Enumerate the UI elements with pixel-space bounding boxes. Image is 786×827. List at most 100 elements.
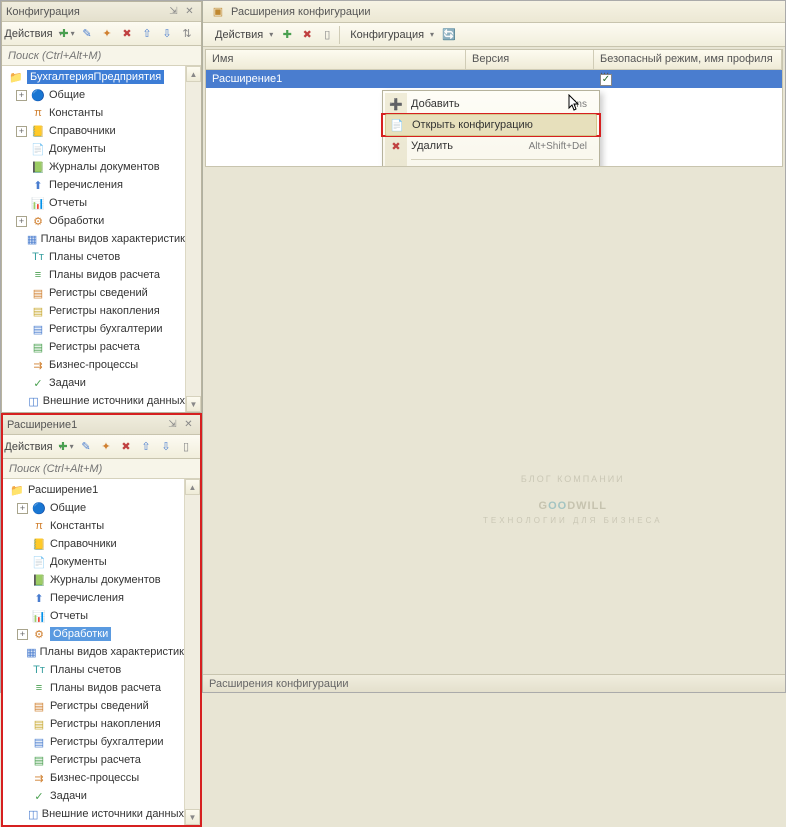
- tree-label: Журналы документов: [49, 161, 160, 173]
- scroll-up-icon[interactable]: ▲: [185, 479, 200, 495]
- open-button[interactable]: ▯: [317, 25, 337, 45]
- panel2-tree[interactable]: 📁Расширение1+🔵ОбщиеπКонстанты📒Справочник…: [3, 479, 184, 825]
- col-version[interactable]: Версия: [466, 50, 594, 69]
- tree-item[interactable]: ✓Задачи: [2, 374, 185, 392]
- edit-button[interactable]: ✎: [77, 24, 97, 44]
- tree-item[interactable]: +📒Справочники: [2, 122, 185, 140]
- scroll-down-icon[interactable]: ▼: [185, 809, 200, 825]
- col-safe[interactable]: Безопасный режим, имя профиля ...: [594, 50, 782, 69]
- tree-root[interactable]: 📁Расширение1: [3, 481, 184, 499]
- tree-item[interactable]: ▤Регистры расчета: [2, 338, 185, 356]
- scrollbar[interactable]: ▲ ▼: [185, 66, 201, 412]
- menu-item[interactable]: ✖УдалитьAlt+Shift+Del: [385, 135, 597, 157]
- menu-item[interactable]: ➕ДобавитьIns: [385, 93, 597, 115]
- panel1-title: Конфигурация: [6, 6, 165, 18]
- tree-item[interactable]: 📒Справочники: [3, 535, 184, 553]
- tree-label: Планы счетов: [49, 251, 120, 263]
- tree-item[interactable]: 📊Отчеты: [2, 194, 185, 212]
- tree-item[interactable]: ◫Внешние источники данных: [2, 392, 185, 410]
- down-button[interactable]: ⇩: [157, 24, 177, 44]
- panel1-search[interactable]: [2, 46, 201, 66]
- menu-item[interactable]: Конфигурация: [385, 162, 597, 167]
- tree-item[interactable]: ▤Регистры бухгалтерии: [3, 733, 184, 751]
- tree-label: Перечисления: [49, 179, 123, 191]
- tree-item[interactable]: +⚙Обработки: [3, 625, 184, 643]
- panel2-search[interactable]: [3, 459, 200, 479]
- tree-item[interactable]: ⇉Бизнес-процессы: [3, 769, 184, 787]
- tree-item[interactable]: ⬆Перечисления: [2, 176, 185, 194]
- tree-label: Регистры бухгалтерии: [49, 323, 163, 335]
- extra-button[interactable]: ▯: [176, 437, 196, 457]
- tree-item[interactable]: 📗Журналы документов: [2, 158, 185, 176]
- item-icon: 📗: [31, 573, 47, 587]
- delete-button[interactable]: ✖: [117, 24, 137, 44]
- table-row[interactable]: Расширение1 ✓: [206, 70, 782, 88]
- up-button[interactable]: ⇧: [137, 24, 157, 44]
- expand-icon[interactable]: +: [16, 90, 27, 101]
- bottom-tab[interactable]: Расширения конфигурации: [203, 674, 785, 692]
- wand-button[interactable]: ✦: [96, 437, 116, 457]
- tree-item[interactable]: πКонстанты: [2, 104, 185, 122]
- actions-dropdown[interactable]: Действия: [207, 25, 277, 45]
- tree-item[interactable]: ▤Регистры накопления: [2, 302, 185, 320]
- tree-item[interactable]: ▤Регистры бухгалтерии: [2, 320, 185, 338]
- panel1-tree[interactable]: 📁БухгалтерияПредприятия+🔵ОбщиеπКонстанты…: [2, 66, 185, 412]
- actions-dropdown[interactable]: Действия: [6, 24, 57, 44]
- menu-icon: ➕: [388, 96, 404, 112]
- tree-item[interactable]: +🔵Общие: [3, 499, 184, 517]
- tree-item[interactable]: ⇉Бизнес-процессы: [2, 356, 185, 374]
- tree-item[interactable]: ✓Задачи: [3, 787, 184, 805]
- config-dropdown[interactable]: Конфигурация: [342, 25, 438, 45]
- add-button[interactable]: ✚: [57, 24, 77, 44]
- tree-item[interactable]: ◫Внешние источники данных: [3, 805, 184, 823]
- panel1-close-icon[interactable]: ✕: [182, 4, 197, 19]
- tree-item[interactable]: ≡Планы видов расчета: [2, 266, 185, 284]
- expand-icon[interactable]: +: [17, 629, 28, 640]
- delete-button[interactable]: ✖: [297, 25, 317, 45]
- tree-item[interactable]: ТтПланы счетов: [2, 248, 185, 266]
- add-button[interactable]: ✚: [277, 25, 297, 45]
- tree-item[interactable]: ▦Планы видов характеристик: [2, 230, 185, 248]
- panel1-pin-icon[interactable]: ⇲: [166, 4, 181, 19]
- tree-item[interactable]: ⬆Перечисления: [3, 589, 184, 607]
- tree-item[interactable]: ≡Планы видов расчета: [3, 679, 184, 697]
- down-button[interactable]: ⇩: [156, 437, 176, 457]
- safe-checkbox[interactable]: ✓: [600, 74, 612, 86]
- expand-icon[interactable]: +: [16, 126, 27, 137]
- col-name[interactable]: Имя: [206, 50, 466, 69]
- tree-item[interactable]: +🔵Общие: [2, 86, 185, 104]
- scroll-down-icon[interactable]: ▼: [186, 396, 201, 412]
- panel2-close-icon[interactable]: ✕: [181, 417, 196, 432]
- expand-icon[interactable]: +: [16, 216, 27, 227]
- tree-root[interactable]: 📁БухгалтерияПредприятия: [2, 68, 185, 86]
- up-button[interactable]: ⇧: [136, 437, 156, 457]
- right-toolbar: Действия ✚ ✖ ▯ Конфигурация 🔄: [203, 23, 785, 47]
- panel2-pin-icon[interactable]: ⇲: [165, 417, 180, 432]
- tree-item[interactable]: ▦Планы видов характеристик: [3, 643, 184, 661]
- add-button[interactable]: ✚: [56, 437, 76, 457]
- menu-item[interactable]: 📄Открыть конфигурацию: [385, 114, 597, 136]
- edit-button[interactable]: ✎: [76, 437, 96, 457]
- tree-item[interactable]: 📗Журналы документов: [3, 571, 184, 589]
- tree-item[interactable]: πКонстанты: [3, 517, 184, 535]
- wand-button[interactable]: ✦: [97, 24, 117, 44]
- tree-item[interactable]: ▤Регистры расчета: [3, 751, 184, 769]
- search-input[interactable]: [9, 463, 194, 475]
- actions-dropdown[interactable]: Действия: [7, 437, 56, 457]
- tree-item[interactable]: ▤Регистры сведений: [2, 284, 185, 302]
- scrollbar[interactable]: ▲ ▼: [184, 479, 200, 825]
- tree-item[interactable]: ТтПланы счетов: [3, 661, 184, 679]
- expand-icon[interactable]: +: [17, 503, 28, 514]
- tree-item[interactable]: +⚙Обработки: [2, 212, 185, 230]
- tree-item[interactable]: 📊Отчеты: [3, 607, 184, 625]
- delete-button[interactable]: ✖: [116, 437, 136, 457]
- sort-button[interactable]: ⇅: [177, 24, 197, 44]
- tree-label: Перечисления: [50, 592, 124, 604]
- refresh-button[interactable]: 🔄: [438, 25, 460, 45]
- scroll-up-icon[interactable]: ▲: [186, 66, 201, 82]
- tree-item[interactable]: 📄Документы: [3, 553, 184, 571]
- tree-item[interactable]: 📄Документы: [2, 140, 185, 158]
- tree-item[interactable]: ▤Регистры накопления: [3, 715, 184, 733]
- search-input[interactable]: [8, 50, 195, 62]
- tree-item[interactable]: ▤Регистры сведений: [3, 697, 184, 715]
